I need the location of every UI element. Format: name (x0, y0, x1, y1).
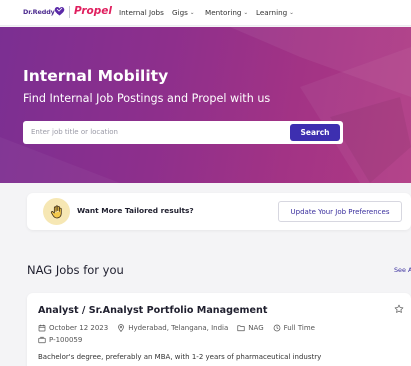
heart-logo-icon (54, 7, 65, 16)
hand-wave-icon (43, 198, 70, 225)
chevron-down-icon: ⌄ (243, 9, 249, 16)
propel-logo[interactable]: Propel (74, 5, 112, 17)
section-title: NAG Jobs for you (27, 263, 124, 277)
job-id: P-100059 (38, 336, 82, 344)
search-input[interactable] (31, 125, 281, 139)
page-subtitle: Find Internal Job Postings and Propel wi… (23, 92, 271, 105)
nav-internal-jobs-label: Internal Jobs (119, 8, 164, 17)
clock-icon (273, 324, 280, 332)
see-all-link[interactable]: See A (394, 266, 411, 274)
nav-gigs-label: Gigs (172, 8, 188, 17)
job-location-text: Hyderabad, Telangana, India (128, 324, 229, 332)
calendar-icon (38, 324, 46, 332)
hero-decoration (0, 27, 411, 183)
nav-learning[interactable]: Learning ⌄ (256, 8, 294, 17)
job-department: NAG (237, 324, 264, 332)
update-job-preferences-button[interactable]: Update Your Job Preferences (278, 201, 402, 222)
search-button[interactable]: Search (290, 124, 340, 141)
briefcase-icon (38, 336, 46, 344)
job-location: Hyderabad, Telangana, India (117, 324, 228, 332)
job-department-text: NAG (248, 324, 264, 332)
job-card[interactable]: Analyst / Sr.Analyst Portfolio Managemen… (27, 293, 411, 366)
nav-internal-jobs[interactable]: Internal Jobs (119, 8, 164, 17)
job-title[interactable]: Analyst / Sr.Analyst Portfolio Managemen… (38, 305, 267, 316)
nav-mentoring-label: Mentoring (205, 8, 242, 17)
location-pin-icon (118, 324, 125, 332)
top-nav: Dr.Reddy's Propel Internal Jobs Gigs ⌄ M… (0, 0, 411, 26)
tailored-results-card: Want More Tailored results? Update Your … (27, 193, 411, 230)
logo-divider (69, 6, 70, 18)
nav-learning-label: Learning (256, 8, 288, 17)
job-id-row: P-100059 (38, 336, 91, 344)
job-date-text: October 12 2023 (49, 324, 109, 332)
nav-mentoring[interactable]: Mentoring ⌄ (205, 8, 248, 17)
job-date: October 12 2023 (38, 324, 108, 332)
hero-banner: Internal Mobility Find Internal Job Post… (0, 27, 411, 183)
folder-icon (237, 325, 245, 332)
job-type: Full Time (273, 324, 315, 332)
page-title: Internal Mobility (23, 67, 169, 85)
job-description: Bachelor's degree, preferably an MBA, wi… (38, 353, 322, 361)
tailored-results-text: Want More Tailored results? (77, 206, 194, 215)
chevron-down-icon: ⌄ (289, 9, 294, 16)
job-meta-row: October 12 2023 Hyderabad, Telangana, In… (38, 324, 324, 332)
star-icon[interactable] (394, 304, 404, 314)
job-id-text: P-100059 (49, 336, 83, 344)
nav-gigs[interactable]: Gigs ⌄ (172, 8, 194, 17)
search-bar: Search (23, 121, 343, 144)
chevron-down-icon: ⌄ (189, 9, 195, 16)
job-type-text: Full Time (283, 324, 315, 332)
